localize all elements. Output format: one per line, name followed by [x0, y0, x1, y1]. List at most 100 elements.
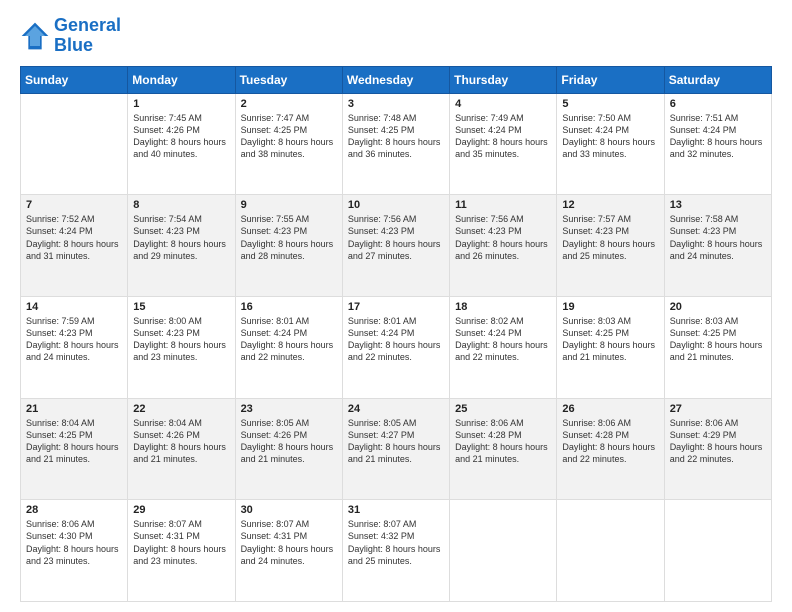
calendar-cell: 17 Sunrise: 8:01 AMSunset: 4:24 PMDayligh…: [342, 296, 449, 398]
calendar-cell: 12Sunrise: 7:57 AMSunset: 4:23 PMDayligh…: [557, 195, 664, 297]
day-number: 18: [455, 301, 551, 313]
calendar-cell: 4 Sunrise: 7:49 AMSunset: 4:24 PMDaylight…: [450, 93, 557, 195]
calendar-cell: 29 Sunrise: 8:07 AMSunset: 4:31 PMDayligh…: [128, 500, 235, 602]
day-info: Sunrise: 8:00 AMSunset: 4:23 PMDaylight:…: [133, 315, 229, 364]
logo-text: General Blue: [54, 16, 121, 56]
day-number: 2: [241, 98, 337, 110]
day-info: Sunrise: 7:45 AMSunset: 4:26 PMDaylight:…: [133, 112, 229, 161]
day-info: Sunrise: 8:04 AMSunset: 4:25 PMDaylight:…: [26, 417, 122, 466]
calendar-cell: [21, 93, 128, 195]
calendar-cell: 21 Sunrise: 8:04 AMSunset: 4:25 PMDayligh…: [21, 398, 128, 500]
calendar-cell: 25 Sunrise: 8:06 AMSunset: 4:28 PMDayligh…: [450, 398, 557, 500]
day-number: 26: [562, 403, 658, 415]
day-info: Sunrise: 8:02 AMSunset: 4:24 PMDaylight:…: [455, 315, 551, 364]
day-number: 24: [348, 403, 444, 415]
calendar-cell: 14 Sunrise: 7:59 AMSunset: 4:23 PMDayligh…: [21, 296, 128, 398]
logo-icon: [20, 21, 50, 51]
calendar-table: SundayMondayTuesdayWednesdayThursdayFrid…: [20, 66, 772, 602]
calendar-cell: 30 Sunrise: 8:07 AMSunset: 4:31 PMDayligh…: [235, 500, 342, 602]
calendar-cell: 23 Sunrise: 8:05 AMSunset: 4:26 PMDayligh…: [235, 398, 342, 500]
day-info: Sunrise: 8:05 AMSunset: 4:26 PMDaylight:…: [241, 417, 337, 466]
day-number: 6: [670, 98, 766, 110]
day-number: 4: [455, 98, 551, 110]
day-info: Sunrise: 7:48 AMSunset: 4:25 PMDaylight:…: [348, 112, 444, 161]
day-info: Sunrise: 8:01 AMSunset: 4:24 PMDaylight:…: [241, 315, 337, 364]
page: General Blue SundayMondayTuesdayWednesda…: [0, 0, 792, 612]
calendar-cell: 20Sunrise: 8:03 AMSunset: 4:25 PMDayligh…: [664, 296, 771, 398]
day-number: 17: [348, 301, 444, 313]
calendar-week-1: 1Sunrise: 7:45 AMSunset: 4:26 PMDaylight…: [21, 93, 772, 195]
calendar-week-3: 14 Sunrise: 7:59 AMSunset: 4:23 PMDayligh…: [21, 296, 772, 398]
day-number: 23: [241, 403, 337, 415]
weekday-header-saturday: Saturday: [664, 66, 771, 93]
day-info: Sunrise: 8:04 AMSunset: 4:26 PMDaylight:…: [133, 417, 229, 466]
calendar-cell: 27 Sunrise: 8:06 AMSunset: 4:29 PMDayligh…: [664, 398, 771, 500]
calendar-cell: 6 Sunrise: 7:51 AMSunset: 4:24 PMDaylight…: [664, 93, 771, 195]
day-number: 7: [26, 199, 122, 211]
calendar-cell: [450, 500, 557, 602]
day-info: Sunrise: 8:06 AMSunset: 4:30 PMDaylight:…: [26, 518, 122, 567]
calendar-cell: 9 Sunrise: 7:55 AMSunset: 4:23 PMDaylight…: [235, 195, 342, 297]
calendar-cell: [557, 500, 664, 602]
day-number: 14: [26, 301, 122, 313]
calendar-cell: 15 Sunrise: 8:00 AMSunset: 4:23 PMDayligh…: [128, 296, 235, 398]
calendar-cell: 16Sunrise: 8:01 AMSunset: 4:24 PMDayligh…: [235, 296, 342, 398]
day-number: 11: [455, 199, 551, 211]
day-number: 13: [670, 199, 766, 211]
day-info: Sunrise: 7:49 AMSunset: 4:24 PMDaylight:…: [455, 112, 551, 161]
calendar-cell: 2Sunrise: 7:47 AMSunset: 4:25 PMDaylight…: [235, 93, 342, 195]
day-info: Sunrise: 7:56 AMSunset: 4:23 PMDaylight:…: [455, 213, 551, 262]
day-number: 28: [26, 504, 122, 516]
day-number: 27: [670, 403, 766, 415]
day-info: Sunrise: 8:07 AMSunset: 4:32 PMDaylight:…: [348, 518, 444, 567]
day-number: 15: [133, 301, 229, 313]
weekday-header-friday: Friday: [557, 66, 664, 93]
calendar-cell: 5 Sunrise: 7:50 AMSunset: 4:24 PMDaylight…: [557, 93, 664, 195]
day-number: 30: [241, 504, 337, 516]
day-number: 12: [562, 199, 658, 211]
calendar-cell: 28 Sunrise: 8:06 AMSunset: 4:30 PMDayligh…: [21, 500, 128, 602]
weekday-header-sunday: Sunday: [21, 66, 128, 93]
day-info: Sunrise: 7:59 AMSunset: 4:23 PMDaylight:…: [26, 315, 122, 364]
calendar-cell: 13Sunrise: 7:58 AMSunset: 4:23 PMDayligh…: [664, 195, 771, 297]
day-info: Sunrise: 7:55 AMSunset: 4:23 PMDaylight:…: [241, 213, 337, 262]
day-info: Sunrise: 7:51 AMSunset: 4:24 PMDaylight:…: [670, 112, 766, 161]
day-info: Sunrise: 8:05 AMSunset: 4:27 PMDaylight:…: [348, 417, 444, 466]
calendar-cell: 31Sunrise: 8:07 AMSunset: 4:32 PMDayligh…: [342, 500, 449, 602]
calendar-cell: 1Sunrise: 7:45 AMSunset: 4:26 PMDaylight…: [128, 93, 235, 195]
logo: General Blue: [20, 16, 121, 56]
calendar-week-4: 21 Sunrise: 8:04 AMSunset: 4:25 PMDayligh…: [21, 398, 772, 500]
day-number: 3: [348, 98, 444, 110]
day-info: Sunrise: 7:50 AMSunset: 4:24 PMDaylight:…: [562, 112, 658, 161]
day-info: Sunrise: 8:07 AMSunset: 4:31 PMDaylight:…: [241, 518, 337, 567]
day-number: 25: [455, 403, 551, 415]
weekday-header-monday: Monday: [128, 66, 235, 93]
day-info: Sunrise: 8:03 AMSunset: 4:25 PMDaylight:…: [562, 315, 658, 364]
day-info: Sunrise: 8:03 AMSunset: 4:25 PMDaylight:…: [670, 315, 766, 364]
calendar-cell: 22 Sunrise: 8:04 AMSunset: 4:26 PMDayligh…: [128, 398, 235, 500]
day-info: Sunrise: 8:01 AMSunset: 4:24 PMDaylight:…: [348, 315, 444, 364]
calendar-cell: 26 Sunrise: 8:06 AMSunset: 4:28 PMDayligh…: [557, 398, 664, 500]
day-info: Sunrise: 8:06 AMSunset: 4:29 PMDaylight:…: [670, 417, 766, 466]
weekday-header-tuesday: Tuesday: [235, 66, 342, 93]
day-number: 29: [133, 504, 229, 516]
day-number: 19: [562, 301, 658, 313]
day-info: Sunrise: 7:52 AMSunset: 4:24 PMDaylight:…: [26, 213, 122, 262]
day-info: Sunrise: 8:06 AMSunset: 4:28 PMDaylight:…: [562, 417, 658, 466]
calendar-cell: [664, 500, 771, 602]
day-number: 5: [562, 98, 658, 110]
calendar-cell: 8 Sunrise: 7:54 AMSunset: 4:23 PMDaylight…: [128, 195, 235, 297]
weekday-header-row: SundayMondayTuesdayWednesdayThursdayFrid…: [21, 66, 772, 93]
calendar-week-2: 7 Sunrise: 7:52 AMSunset: 4:24 PMDaylight…: [21, 195, 772, 297]
calendar-cell: 10Sunrise: 7:56 AMSunset: 4:23 PMDayligh…: [342, 195, 449, 297]
day-number: 21: [26, 403, 122, 415]
calendar-cell: 18 Sunrise: 8:02 AMSunset: 4:24 PMDayligh…: [450, 296, 557, 398]
day-number: 8: [133, 199, 229, 211]
day-info: Sunrise: 7:54 AMSunset: 4:23 PMDaylight:…: [133, 213, 229, 262]
day-info: Sunrise: 8:06 AMSunset: 4:28 PMDaylight:…: [455, 417, 551, 466]
day-number: 9: [241, 199, 337, 211]
day-info: Sunrise: 8:07 AMSunset: 4:31 PMDaylight:…: [133, 518, 229, 567]
calendar-week-5: 28 Sunrise: 8:06 AMSunset: 4:30 PMDayligh…: [21, 500, 772, 602]
day-number: 22: [133, 403, 229, 415]
day-number: 10: [348, 199, 444, 211]
